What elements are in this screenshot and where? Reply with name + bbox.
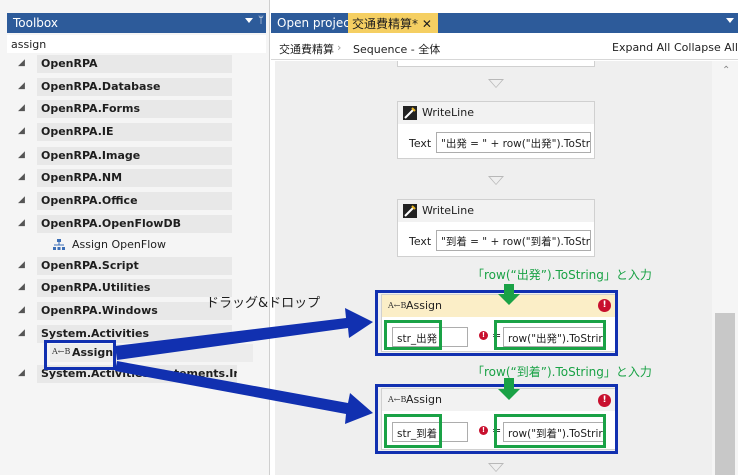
input-annotation-1: 「row(“出発”).ToString」と入力 (472, 268, 652, 282)
highlight-value-field-1 (494, 320, 606, 350)
category-label: OpenRPA.Utilities (37, 279, 232, 297)
pin-icon[interactable]: ᛘ (258, 15, 264, 26)
category-openrpa-nm[interactable]: ◢ OpenRPA.NM (7, 167, 266, 188)
writeline-activity[interactable]: WriteLine Text "出発 = " + row("出発").ToStr (397, 101, 595, 159)
toolbox-search-input[interactable] (7, 35, 266, 53)
category-label: OpenRPA.Windows (37, 302, 232, 320)
collapse-arrow-icon[interactable]: ◢ (18, 172, 25, 182)
text-expression-field[interactable]: "出発 = " + row("出発").ToStr (436, 132, 591, 153)
green-arrow-down-icon (498, 294, 520, 305)
collapse-arrow-icon[interactable]: ◢ (18, 195, 25, 205)
breadcrumb-workflow[interactable]: 交通費精算 (279, 41, 334, 57)
scrollbar-thumb[interactable] (715, 313, 735, 475)
drop-target-icon[interactable] (488, 79, 504, 88)
toolbox-panel: Toolbox ᛘ ◢ OpenRPA ◢ OpenRPA.Database ◢… (0, 0, 270, 475)
drag-drop-annotation: ドラッグ&ドロップ (206, 296, 321, 311)
text-label: Text (409, 235, 432, 248)
activity-title: WriteLine (422, 106, 474, 119)
category-label: OpenRPA.Forms (37, 100, 232, 118)
category-openrpa-script[interactable]: ◢ OpenRPA.Script (7, 255, 266, 276)
tab-label: 交通費精算* (352, 17, 419, 31)
category-openrpa-forms[interactable]: ◢ OpenRPA.Forms (7, 98, 266, 119)
activity-header: WriteLine (398, 200, 594, 222)
chevron-down-icon[interactable] (726, 18, 734, 23)
category-label: OpenRPA.OpenFlowDB (37, 215, 232, 233)
category-label: OpenRPA.IE (37, 123, 232, 141)
collapse-arrow-icon[interactable]: ◢ (18, 260, 25, 270)
category-openrpa[interactable]: ◢ OpenRPA (7, 53, 266, 74)
collapse-arrow-icon[interactable]: ◢ (18, 150, 25, 160)
expand-all-link[interactable]: Expand All (612, 41, 670, 54)
toolbox-title: Toolbox (13, 16, 58, 30)
drop-target-icon[interactable] (488, 176, 504, 185)
chevron-down-icon[interactable] (245, 18, 253, 23)
collapse-arrow-icon[interactable]: ◢ (18, 305, 25, 315)
scroll-up-icon[interactable]: ⌃ (722, 65, 730, 76)
writeline-activity[interactable]: WriteLine Text "到着 = " + row("到着").ToStr (397, 199, 595, 257)
collapse-arrow-icon[interactable]: ◢ (18, 81, 25, 91)
highlight-to-field-2 (384, 414, 442, 448)
input-annotation-2: 「row(“到着”).ToString」と入力 (472, 365, 652, 379)
breadcrumb-separator-icon: › (337, 41, 342, 54)
previous-activity[interactable] (397, 61, 595, 67)
breadcrumb: 交通費精算 › Sequence - 全体 Expand All Collaps… (271, 37, 738, 60)
category-openrpa-ie[interactable]: ◢ OpenRPA.IE (7, 121, 266, 142)
category-label: OpenRPA.Office (37, 192, 232, 210)
close-icon[interactable]: ✕ (422, 17, 432, 31)
collapse-arrow-icon[interactable]: ◢ (18, 368, 25, 378)
category-openrpa-office[interactable]: ◢ OpenRPA.Office (7, 190, 266, 211)
collapse-all-link[interactable]: Collapse All (674, 41, 738, 54)
activity-title: WriteLine (422, 204, 474, 217)
breadcrumb-sequence[interactable]: Sequence - 全体 (353, 41, 440, 57)
collapse-arrow-icon[interactable]: ◢ (18, 58, 25, 68)
document-tabbar: Open project 交通費精算* ✕ (271, 13, 738, 33)
category-label: OpenRPA.NM (37, 169, 232, 187)
tool-label: Assign OpenFlow (72, 238, 166, 251)
tab-workflow[interactable]: 交通費精算* ✕ (348, 13, 438, 33)
highlight-to-field-1 (384, 320, 442, 350)
vertical-scrollbar[interactable]: ⌃ (712, 61, 738, 475)
green-arrow-down-icon (498, 389, 520, 400)
collapse-arrow-icon[interactable]: ◢ (18, 103, 25, 113)
collapse-arrow-icon[interactable]: ◢ (18, 328, 25, 338)
category-openrpa-image[interactable]: ◢ OpenRPA.Image (7, 145, 266, 166)
hierarchy-icon (53, 239, 65, 250)
category-label: OpenRPA.Database (37, 78, 232, 96)
toolbox-header: Toolbox ᛘ (7, 13, 266, 33)
drop-target-icon[interactable] (488, 463, 504, 472)
text-label: Text (409, 137, 432, 150)
tool-assign-openflow[interactable]: Assign OpenFlow (40, 236, 240, 254)
writeline-icon (403, 204, 417, 218)
text-expression-field[interactable]: "到着 = " + row("到着").ToStr (436, 230, 591, 251)
category-openrpa-database[interactable]: ◢ OpenRPA.Database (7, 76, 266, 97)
category-label: OpenRPA.Image (37, 147, 232, 165)
highlight-toolbox-assign (44, 340, 116, 370)
collapse-arrow-icon[interactable]: ◢ (18, 218, 25, 228)
category-label: OpenRPA.Script (37, 257, 232, 275)
activity-header: WriteLine (398, 102, 594, 124)
category-label: OpenRPA (37, 55, 232, 73)
tab-open-project[interactable]: Open project (277, 16, 355, 30)
category-openrpa-openflowdb[interactable]: ◢ OpenRPA.OpenFlowDB (7, 213, 266, 234)
collapse-arrow-icon[interactable]: ◢ (18, 282, 25, 292)
highlight-value-field-2 (494, 414, 606, 448)
green-arrow-shaft (504, 284, 514, 294)
writeline-icon (403, 106, 417, 120)
collapse-arrow-icon[interactable]: ◢ (18, 126, 25, 136)
